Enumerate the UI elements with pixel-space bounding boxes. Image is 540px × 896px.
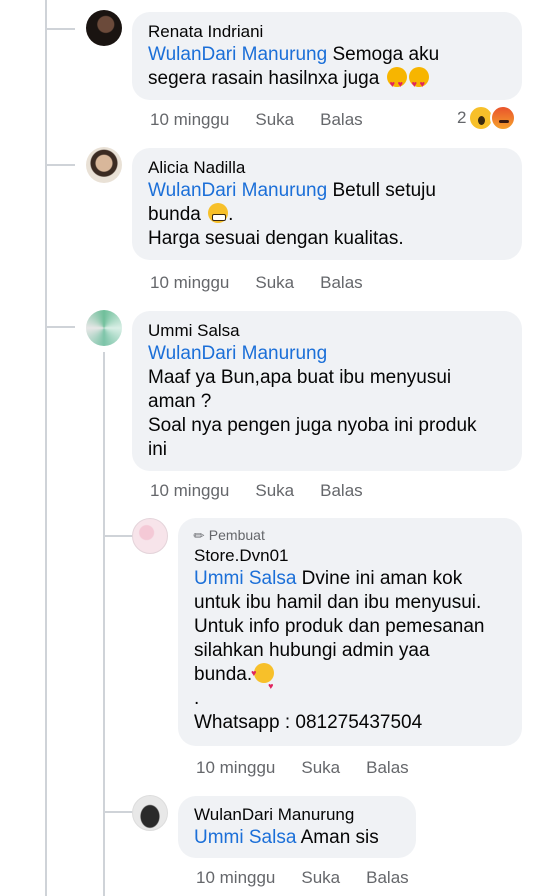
- timestamp[interactable]: 10 minggu: [150, 273, 229, 292]
- comment-actions: 10 minggu Suka Balas: [196, 868, 435, 888]
- comment-author[interactable]: Ummi Salsa: [148, 320, 506, 342]
- comment-text: WulanDari Manurung Semoga aku segera ras…: [148, 44, 440, 89]
- avatar[interactable]: [86, 10, 122, 46]
- thread-line-branch: [45, 28, 75, 30]
- comment-actions: 10 minggu Suka Balas: [196, 758, 435, 778]
- thread-line-main: [45, 0, 47, 896]
- heart-eyes-emoji-icon: ♥ ♥: [386, 67, 407, 89]
- comment-author[interactable]: Alicia Nadilla: [148, 157, 506, 179]
- avatar[interactable]: [86, 310, 122, 346]
- author-badge: ✎ Pembuat: [189, 526, 265, 545]
- heart-eyes-emoji-icon: ♥ ♥: [408, 67, 429, 89]
- comment-bubble: Alicia Nadilla WulanDari Manurung Betull…: [132, 148, 522, 260]
- thread-line-sub-branch: [103, 535, 133, 537]
- avatar[interactable]: [132, 518, 168, 554]
- comment-bubble: WulanDari Manurung Ummi Salsa Aman sis: [178, 796, 416, 858]
- timestamp[interactable]: 10 minggu: [196, 868, 275, 887]
- mention-link[interactable]: WulanDari Manurung: [148, 44, 327, 65]
- reaction-count: 2: [457, 108, 467, 127]
- angry-reaction-icon: [490, 105, 517, 131]
- mention-link[interactable]: WulanDari Manurung: [148, 180, 327, 201]
- timestamp[interactable]: 10 minggu: [196, 758, 275, 777]
- mention-link[interactable]: WulanDari Manurung: [148, 343, 327, 364]
- thread-line-branch: [45, 326, 75, 328]
- timestamp[interactable]: 10 minggu: [150, 481, 229, 500]
- comment-actions: 10 minggu Suka Balas: [150, 481, 389, 501]
- avatar[interactable]: [132, 795, 168, 831]
- comment-bubble: Ummi Salsa WulanDari Manurung Maaf ya Bu…: [132, 311, 522, 471]
- thread-line-sub-branch: [103, 811, 133, 813]
- reaction-summary[interactable]: 2: [457, 105, 517, 131]
- reply-button[interactable]: Balas: [366, 758, 409, 777]
- comment-bubble: ✎ Pembuat Store.Dvn01 Ummi Salsa Dvine i…: [178, 518, 522, 746]
- comment-text: Ummi Salsa Dvine ini aman kok untuk ibu …: [194, 568, 485, 733]
- reply-button[interactable]: Balas: [366, 868, 409, 887]
- grimace-emoji-icon: [208, 203, 229, 223]
- smiling-hearts-emoji-icon: ♥ ♥: [251, 663, 275, 691]
- comment-text: WulanDari Manurung Betull setuju bunda .…: [148, 180, 436, 249]
- reply-button[interactable]: Balas: [320, 481, 363, 500]
- like-button[interactable]: Suka: [255, 110, 294, 129]
- reply-button[interactable]: Balas: [320, 273, 363, 292]
- comment-text: WulanDari Manurung Maaf ya Bun,apa buat …: [148, 343, 477, 460]
- like-button[interactable]: Suka: [255, 481, 294, 500]
- timestamp[interactable]: 10 minggu: [150, 110, 229, 129]
- mention-link[interactable]: Ummi Salsa: [194, 827, 296, 848]
- reply-button[interactable]: Balas: [320, 110, 363, 129]
- comment-actions: 10 minggu Suka Balas: [150, 110, 389, 130]
- like-button[interactable]: Suka: [301, 868, 340, 887]
- like-button[interactable]: Suka: [255, 273, 294, 292]
- comment-author[interactable]: WulanDari Manurung: [194, 804, 400, 826]
- comment-author[interactable]: Store.Dvn01: [194, 545, 506, 567]
- comment-author[interactable]: Renata Indriani: [148, 21, 506, 43]
- comment-text: Ummi Salsa Aman sis: [194, 827, 379, 848]
- mention-link[interactable]: Ummi Salsa: [194, 568, 296, 589]
- comment-actions: 10 minggu Suka Balas: [150, 273, 389, 293]
- thread-line-sub: [103, 352, 105, 896]
- avatar[interactable]: [86, 147, 122, 183]
- comment-bubble: Renata Indriani WulanDari Manurung Semog…: [132, 12, 522, 100]
- thread-line-branch: [45, 164, 75, 166]
- like-button[interactable]: Suka: [301, 758, 340, 777]
- pencil-icon: ✎: [189, 526, 209, 545]
